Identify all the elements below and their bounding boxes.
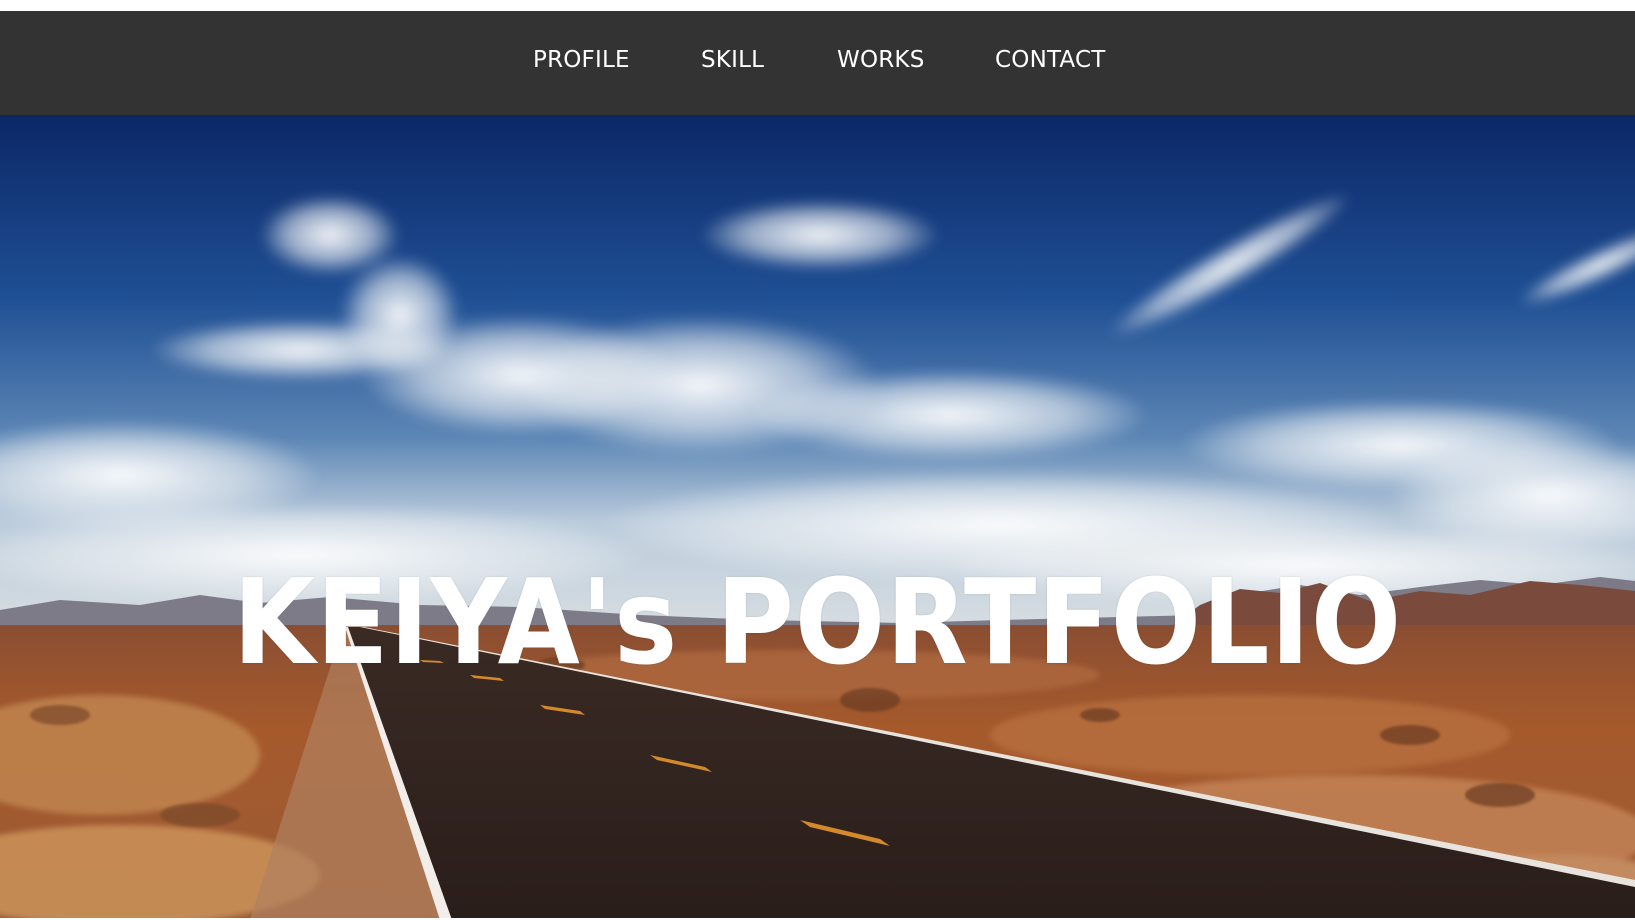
nav-skill-link[interactable]: SKILL [701,45,764,75]
nav-contact-link[interactable]: CONTACT [995,45,1105,75]
nav-profile-link[interactable]: PROFILE [533,45,630,75]
hero-background-image [0,115,1635,920]
main-navbar: PROFILE SKILL WORKS CONTACT [0,11,1635,115]
hero-title: KEIYA's PORTFOLIO [232,553,1403,691]
hero-section: KEIYA's PORTFOLIO [0,115,1635,920]
nav-works-link[interactable]: WORKS [837,45,925,75]
